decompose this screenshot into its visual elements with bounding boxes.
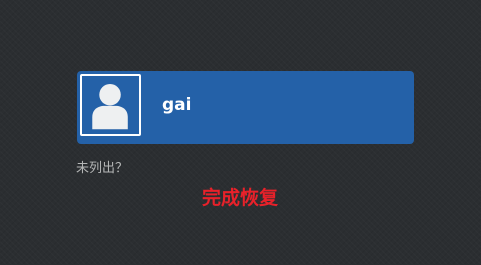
username-label: gai (162, 95, 192, 115)
status-message: 完成恢复 (202, 187, 279, 209)
user-list-item[interactable]: gai (77, 71, 414, 144)
avatar (80, 74, 141, 136)
not-listed-link[interactable]: 未列出？ (76, 160, 128, 178)
user-silhouette-icon (92, 83, 128, 130)
